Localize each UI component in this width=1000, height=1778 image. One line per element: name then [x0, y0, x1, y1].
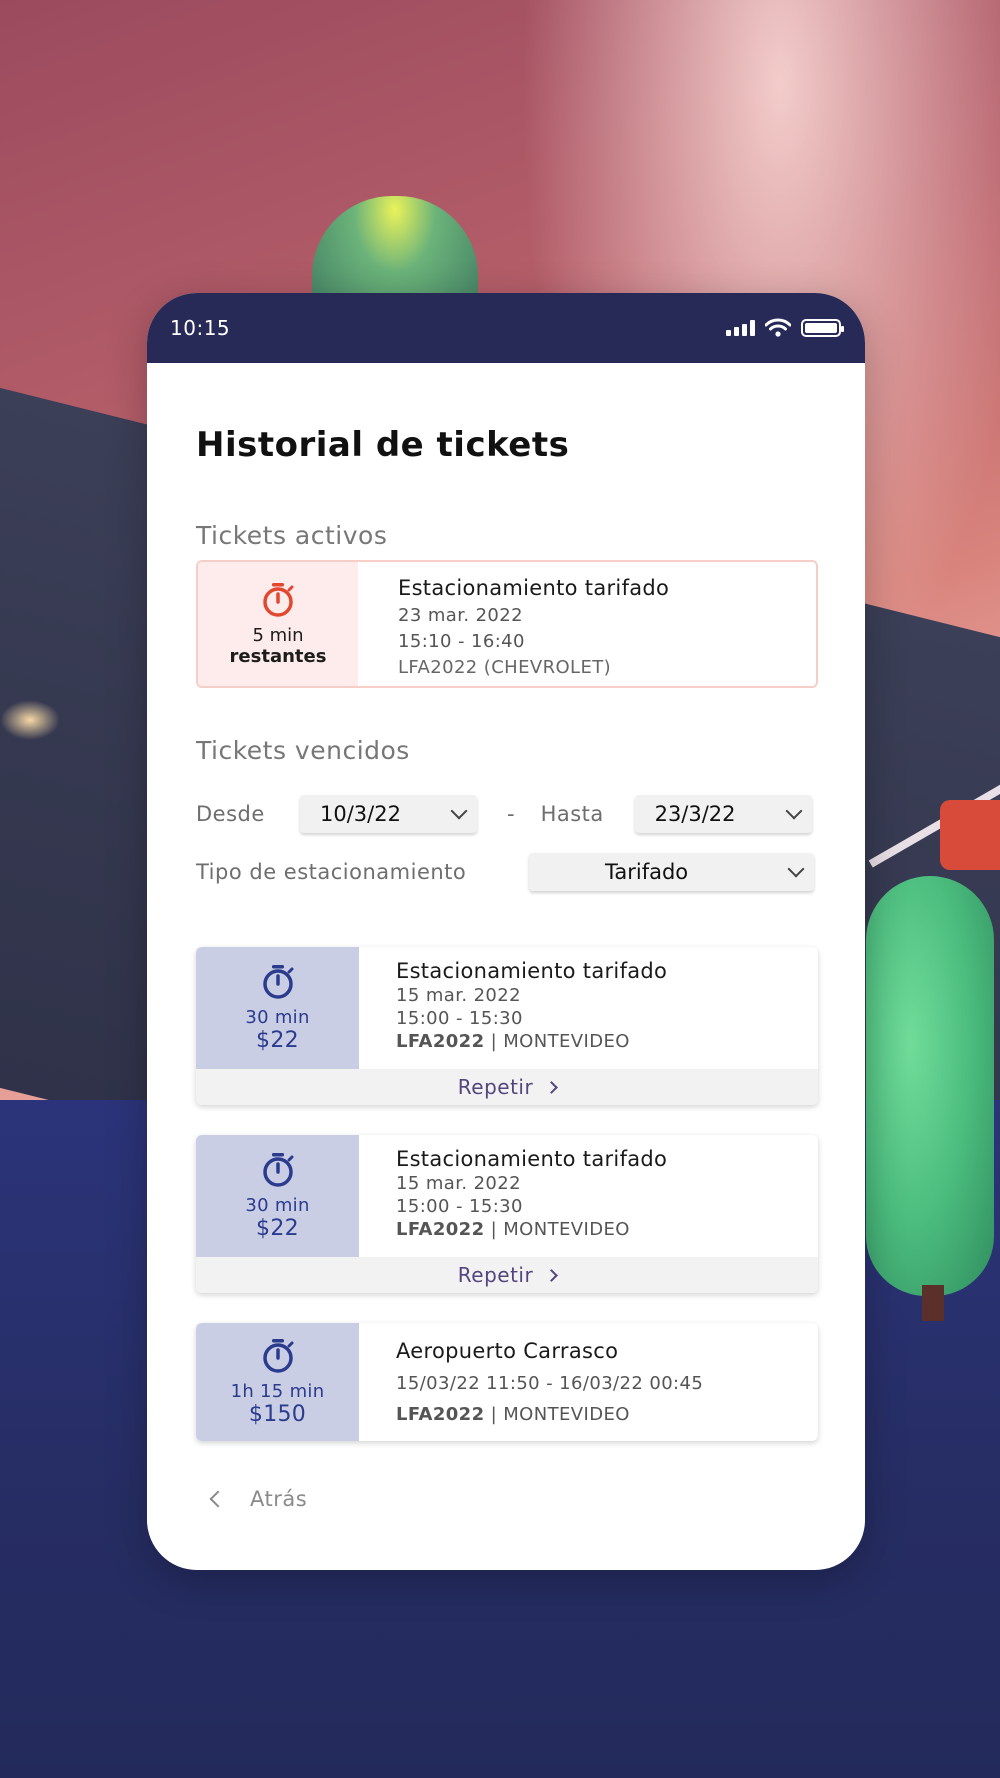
ticket-title: Aeropuerto Carrasco	[396, 1339, 619, 1363]
ticket-summary: 1h 15 min $150	[196, 1323, 359, 1441]
battery-icon	[801, 319, 844, 337]
remaining-label: restantes	[229, 646, 327, 667]
ticket-plate: LFA2022	[396, 1031, 485, 1052]
page-title: Historial de tickets	[196, 425, 570, 465]
status-icons	[726, 318, 844, 338]
to-date-select[interactable]: 23/3/22	[634, 795, 812, 833]
remaining-time: 5 min	[252, 625, 304, 646]
expired-tickets-heading: Tickets vencidos	[196, 736, 410, 765]
chevron-down-icon	[785, 802, 803, 820]
chevron-left-icon	[209, 1490, 227, 1508]
ticket-plate: LFA2022	[396, 1404, 485, 1425]
ticket-duration: 1h 15 min	[230, 1381, 325, 1402]
ticket-duration: 30 min	[245, 1007, 310, 1028]
background-tree-trunk	[922, 1285, 944, 1321]
repeat-button[interactable]: Repetir	[196, 1257, 818, 1293]
ticket-plate: LFA2022	[396, 1219, 485, 1240]
from-date-value: 10/3/22	[320, 802, 401, 826]
ticket-plate-line: LFA2022 | MONTEVIDEO	[396, 1219, 818, 1240]
from-date-select[interactable]: 10/3/22	[300, 795, 477, 833]
active-ticket-timer: 5 min restantes	[198, 562, 358, 686]
timer-icon	[262, 1339, 293, 1373]
ticket-duration: 30 min	[245, 1195, 310, 1216]
ticket-title: Estacionamiento tarifado	[396, 1147, 668, 1171]
status-bar: 10:15	[147, 293, 865, 363]
type-filter-row: Tipo de estacionamiento Tarifado	[196, 853, 816, 891]
ticket-date: 23 mar. 2022	[398, 605, 523, 626]
background-car	[940, 800, 1000, 870]
signal-icon	[726, 320, 755, 336]
ticket-plate-line: LFA2022 | MONTEVIDEO	[396, 1031, 818, 1052]
expired-ticket-card[interactable]: 30 min $22 Estacionamiento tarifado 15 m…	[196, 947, 818, 1105]
to-label: Hasta	[540, 802, 604, 826]
chevron-down-icon	[787, 860, 805, 878]
parking-type-value: Tarifado	[605, 860, 689, 884]
ticket-date: 15 mar. 2022	[396, 985, 521, 1006]
ticket-city: | MONTEVIDEO	[490, 1404, 630, 1425]
chevron-right-icon	[545, 1080, 559, 1094]
expired-ticket-card[interactable]: 30 min $22 Estacionamiento tarifado 15 m…	[196, 1135, 818, 1293]
timer-icon	[262, 965, 293, 999]
from-label: Desde	[196, 802, 265, 826]
date-separator: -	[507, 802, 515, 826]
ticket-time: 15:00 - 15:30	[396, 1008, 523, 1029]
parking-type-select[interactable]: Tarifado	[529, 853, 814, 891]
chevron-down-icon	[450, 802, 468, 820]
timer-icon	[263, 583, 294, 617]
ticket-city: | MONTEVIDEO	[490, 1031, 630, 1052]
ticket-details: Estacionamiento tarifado 15 mar. 2022 15…	[359, 947, 818, 1069]
active-ticket-card[interactable]: 5 min restantes Estacionamiento tarifado…	[196, 560, 818, 688]
back-label: Atrás	[250, 1487, 308, 1511]
timer-icon	[262, 1153, 293, 1187]
ticket-vehicle: LFA2022 (CHEVROLET)	[398, 657, 612, 678]
wifi-icon	[765, 318, 791, 337]
ticket-period: 15/03/22 11:50 - 16/03/22 00:45	[396, 1373, 704, 1394]
ticket-summary: 30 min $22	[196, 1135, 359, 1257]
date-filter-row: Desde 10/3/22 - Hasta 23/3/22	[196, 795, 816, 833]
back-button[interactable]: Atrás	[209, 1487, 816, 1511]
main-content: Historial de tickets Tickets activos 5 m…	[147, 425, 865, 1511]
ticket-date: 15 mar. 2022	[396, 1173, 521, 1194]
repeat-label: Repetir	[457, 1263, 534, 1287]
status-time: 10:15	[170, 316, 231, 340]
background-tree	[866, 876, 994, 1296]
active-ticket-details: Estacionamiento tarifado 23 mar. 2022 15…	[358, 562, 816, 686]
parking-type-label: Tipo de estacionamiento	[196, 860, 467, 884]
ticket-price: $22	[256, 1216, 299, 1241]
ticket-time: 15:10 - 16:40	[398, 631, 525, 652]
ticket-price: $22	[256, 1028, 299, 1053]
chevron-right-icon	[545, 1268, 559, 1282]
ticket-title: Estacionamiento tarifado	[396, 959, 668, 983]
ticket-details: Estacionamiento tarifado 15 mar. 2022 15…	[359, 1135, 818, 1257]
ticket-plate-line: LFA2022 | MONTEVIDEO	[396, 1404, 818, 1425]
background-lamp	[0, 700, 60, 740]
repeat-label: Repetir	[457, 1075, 534, 1099]
to-date-value: 23/3/22	[654, 802, 736, 826]
ticket-time: 15:00 - 15:30	[396, 1196, 523, 1217]
ticket-title: Estacionamiento tarifado	[398, 576, 670, 600]
ticket-details: Aeropuerto Carrasco 15/03/22 11:50 - 16/…	[359, 1323, 818, 1441]
expired-ticket-card[interactable]: 1h 15 min $150 Aeropuerto Carrasco 15/03…	[196, 1323, 818, 1441]
repeat-button[interactable]: Repetir	[196, 1069, 818, 1105]
ticket-summary: 30 min $22	[196, 947, 359, 1069]
phone-screen: 10:15 Historial de tickets Tickets activ…	[147, 293, 865, 1570]
active-tickets-heading: Tickets activos	[196, 521, 388, 550]
ticket-price: $150	[248, 1402, 307, 1427]
ticket-city: | MONTEVIDEO	[490, 1219, 630, 1240]
